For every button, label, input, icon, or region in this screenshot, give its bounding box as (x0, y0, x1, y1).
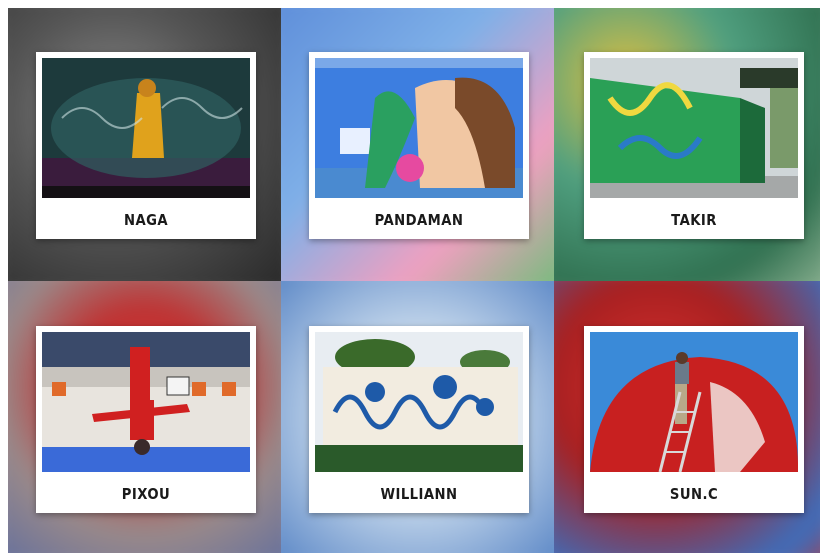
artist-card[interactable]: TAKIR (584, 52, 804, 239)
artist-name: TAKIR (671, 211, 717, 229)
artist-card[interactable]: WILLIANN (309, 326, 529, 513)
tile-williann[interactable]: WILLIANN (281, 281, 554, 553)
artwork-photo (42, 332, 250, 472)
tile-naga[interactable]: NAGA (8, 8, 281, 281)
tile-pixou[interactable]: PIXOU (8, 281, 281, 553)
artist-card[interactable]: NAGA (36, 52, 256, 239)
artist-name: SUN.C (669, 485, 719, 503)
artwork-photo (590, 58, 798, 198)
tile-takir[interactable]: TAKIR (554, 8, 820, 281)
artwork-photo (315, 58, 523, 198)
artist-name: NAGA (123, 211, 169, 229)
artist-name: PIXOU (121, 485, 171, 503)
artwork-photo (590, 332, 798, 472)
artwork-photo (315, 332, 523, 472)
artist-name: PANDAMAN (374, 211, 464, 229)
artist-grid: NAGA PANDAMAN TAKIR PIXOU WILLIANN SUN.C (8, 8, 820, 553)
artist-name: WILLIANN (380, 485, 458, 503)
artist-card[interactable]: SUN.C (584, 326, 804, 513)
artwork-photo (42, 58, 250, 198)
tile-sunc[interactable]: SUN.C (554, 281, 820, 553)
artist-card[interactable]: PIXOU (36, 326, 256, 513)
artist-card[interactable]: PANDAMAN (309, 52, 529, 239)
tile-pandaman[interactable]: PANDAMAN (281, 8, 554, 281)
